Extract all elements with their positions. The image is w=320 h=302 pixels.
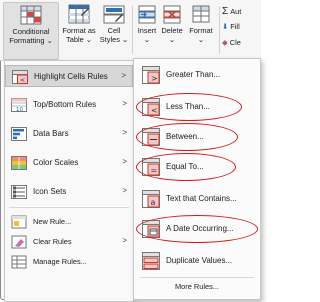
- menu-item-label: Icon Sets: [33, 187, 67, 196]
- menu-item-label: Highlight Cells Rules: [34, 72, 108, 81]
- menu-item-label: Top/Bottom Rules: [33, 100, 97, 109]
- text-that-contains-icon: a: [142, 190, 160, 208]
- cell-styles-label-line2: Styles ⌄: [99, 35, 129, 44]
- clear-icon: ◆: [222, 38, 228, 47]
- autosum-label: Aut: [230, 7, 242, 16]
- submenu-item-label: Text that Contains...: [166, 194, 237, 203]
- chevron-right-icon: >: [122, 128, 127, 137]
- insert-button[interactable]: Insert ⌄: [137, 2, 157, 44]
- new-rule-icon: [11, 215, 27, 229]
- insert-label: Insert: [137, 26, 157, 35]
- submenu-item-duplicate-values[interactable]: Duplicate Values...: [134, 247, 260, 275]
- format-icon: [192, 5, 210, 23]
- submenu-item-label: Duplicate Values...: [166, 256, 233, 265]
- chevron-right-icon: >: [122, 236, 127, 245]
- format-as-table-icon: [68, 4, 90, 24]
- menu-separator: [9, 207, 129, 208]
- clear-label: Cle: [229, 38, 241, 47]
- menu-item-label: Data Bars: [33, 129, 69, 138]
- red-highlight-oval: [136, 93, 242, 121]
- submenu-item-label: Greater Than...: [166, 70, 221, 79]
- menu-item-manage-rules[interactable]: Manage Rules...: [5, 251, 133, 273]
- delete-icon: [163, 5, 181, 24]
- fill-icon: ⬇: [222, 22, 229, 31]
- menu-item-top-bottom-rules[interactable]: 10 Top/Bottom Rules >: [5, 94, 133, 116]
- chevron-down-icon: ⌄: [122, 35, 129, 44]
- menu-item-color-scales[interactable]: Color Scales >: [5, 152, 133, 174]
- format-label: Format: [189, 26, 213, 35]
- conditional-formatting-label-line1: Conditional: [12, 27, 50, 36]
- clear-rules-icon: [11, 235, 27, 249]
- clear-button[interactable]: ◆ Cle: [222, 38, 241, 47]
- chevron-right-icon: >: [121, 71, 126, 80]
- format-as-table-label-line1: Format as: [62, 26, 96, 35]
- menu-item-label: Manage Rules...: [33, 257, 87, 266]
- svg-text:10: 10: [16, 107, 23, 112]
- red-highlight-oval: [136, 153, 236, 181]
- chevron-down-icon: ⌄: [197, 35, 205, 44]
- top-bottom-rules-icon: 10: [11, 98, 27, 112]
- fill-label: Fill: [230, 22, 240, 31]
- manage-rules-icon: [11, 255, 27, 269]
- chevron-down-icon: ⌄: [143, 35, 151, 44]
- submenu-item-greater-than[interactable]: > Greater Than...: [134, 61, 260, 89]
- chevron-right-icon: >: [122, 157, 127, 166]
- submenu-item-text-that-contains[interactable]: a Text that Contains...: [134, 185, 260, 213]
- greater-than-icon: >: [142, 66, 160, 84]
- format-button[interactable]: Format ⌄: [186, 2, 216, 44]
- svg-text:a: a: [151, 198, 156, 207]
- delete-button[interactable]: Delete ⌄: [160, 2, 184, 44]
- duplicate-values-icon: [142, 252, 160, 270]
- data-bars-icon: [11, 127, 27, 141]
- format-as-table-button[interactable]: Format as Table ⌄: [61, 2, 97, 44]
- ribbon-styles-cells: Conditional Formatting ⌄ Format as Table…: [0, 0, 261, 61]
- chevron-right-icon: >: [122, 99, 127, 108]
- delete-label: Delete: [161, 26, 183, 35]
- menu-item-icon-sets[interactable]: Icon Sets >: [5, 181, 133, 203]
- cell-styles-button[interactable]: Cell Styles ⌄: [99, 2, 129, 44]
- cell-styles-icon: [103, 5, 125, 24]
- conditional-formatting-icon: [20, 5, 42, 25]
- svg-text:<: <: [20, 77, 25, 84]
- menu-item-label: Color Scales: [33, 158, 79, 167]
- highlight-cells-rules-icon: <: [12, 70, 28, 84]
- menu-item-label: Clear Rules: [33, 237, 72, 246]
- conditional-formatting-label-line2: Formatting ⌄: [9, 36, 53, 45]
- conditional-formatting-menu: < Highlight Cells Rules > 10 Top/Bottom …: [4, 60, 134, 302]
- autosum-button[interactable]: Σ Aut: [222, 6, 241, 17]
- menu-item-new-rule[interactable]: New Rule...: [5, 211, 133, 233]
- format-as-table-label-line2: Table ⌄: [66, 35, 92, 44]
- cell-styles-label-line1: Cell: [107, 26, 121, 35]
- chevron-right-icon: >: [122, 186, 127, 195]
- ribbon-divider: [219, 6, 220, 54]
- highlight-cells-rules-submenu: > Greater Than... < Less Than... Between…: [133, 58, 261, 300]
- icon-sets-icon: [11, 185, 27, 199]
- red-highlight-oval: [136, 215, 258, 243]
- autosum-icon: Σ: [222, 6, 229, 17]
- menu-item-highlight-cells-rules[interactable]: < Highlight Cells Rules >: [5, 65, 133, 87]
- chevron-down-icon: ⌄: [46, 36, 53, 45]
- red-highlight-oval: [136, 123, 238, 151]
- color-scales-icon: [11, 156, 27, 170]
- more-rules-link[interactable]: More Rules...: [134, 282, 260, 291]
- fill-button[interactable]: ⬇ Fill: [222, 22, 240, 31]
- conditional-formatting-button[interactable]: Conditional Formatting ⌄: [3, 2, 59, 60]
- svg-text:>: >: [151, 74, 158, 83]
- chevron-down-icon: ⌄: [168, 35, 176, 44]
- submenu-separator: [140, 277, 254, 278]
- chevron-down-icon: ⌄: [85, 35, 92, 44]
- insert-icon: [138, 5, 156, 24]
- menu-item-clear-rules[interactable]: Clear Rules >: [5, 231, 133, 253]
- ribbon-divider: [132, 6, 133, 54]
- menu-item-label: New Rule...: [33, 217, 72, 226]
- menu-item-data-bars[interactable]: Data Bars >: [5, 123, 133, 145]
